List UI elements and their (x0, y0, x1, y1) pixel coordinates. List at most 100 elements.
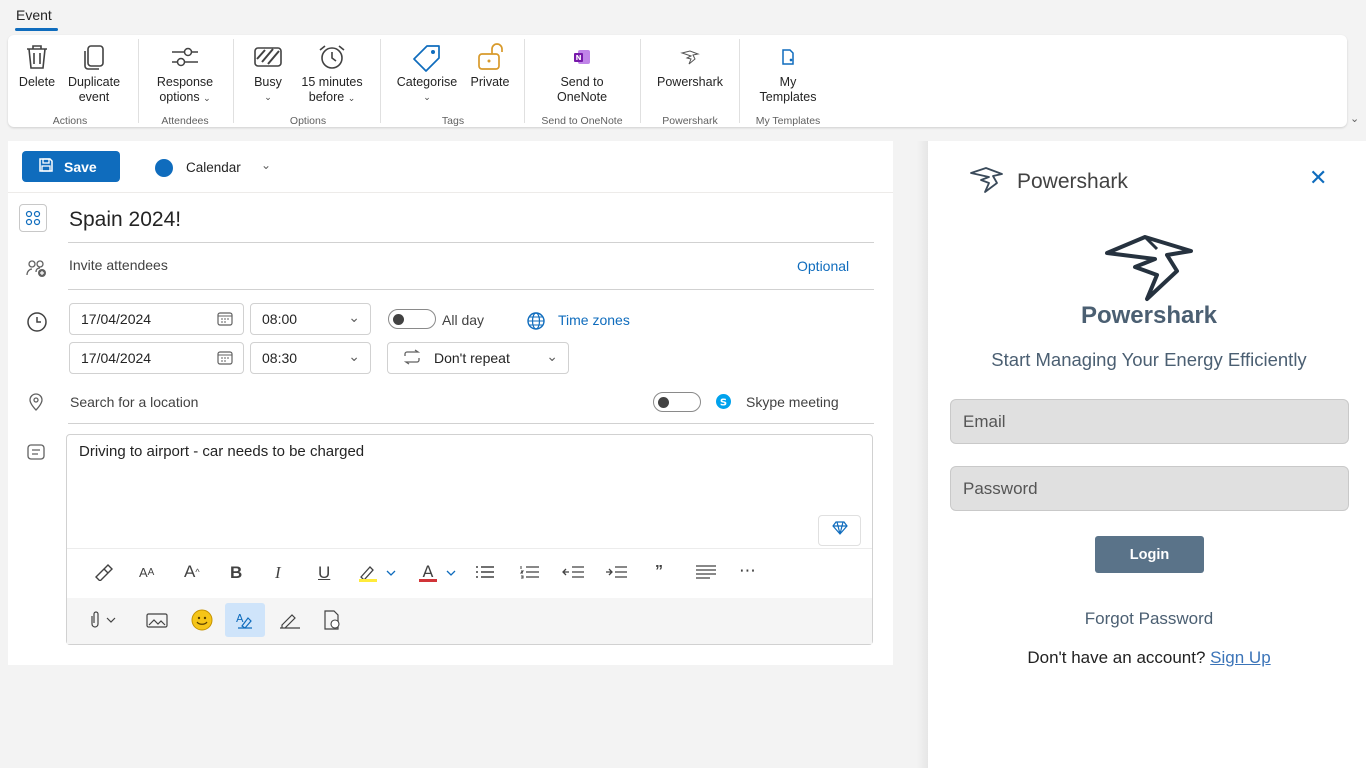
reminder-label-1: 15 minutes (301, 75, 363, 89)
chevron-down-icon: ⌄ (264, 92, 272, 102)
repeat-value: Don't repeat (434, 350, 510, 366)
templates-label-2: Templates (759, 90, 817, 104)
reminder-button[interactable]: 15 minutes before ⌄ (293, 39, 371, 106)
my-templates-button[interactable]: My Templates (750, 39, 826, 105)
calendar-icon[interactable] (217, 312, 233, 329)
end-date-field[interactable]: 17/04/2024 (69, 342, 244, 374)
chevron-down-icon: ⌄ (348, 348, 360, 364)
powershark-ribbon-button[interactable]: Powershark (648, 39, 732, 90)
editor-icon[interactable]: A (225, 603, 265, 637)
password-field[interactable]: Password (950, 466, 1349, 511)
highlight-icon[interactable] (357, 563, 401, 583)
attach-icon[interactable] (87, 610, 123, 630)
chevron-down-icon: ⌄ (423, 92, 431, 102)
unlock-icon (464, 39, 516, 75)
calendar-selector[interactable]: Calendar (186, 160, 241, 175)
powershark-label: Powershark (657, 75, 723, 89)
diamond-icon (831, 520, 849, 541)
email-field[interactable]: Email (950, 399, 1349, 444)
group-label-powershark: Powershark (662, 115, 718, 127)
event-body-text[interactable]: Driving to airport - car needs to be cha… (79, 443, 364, 460)
divider (68, 289, 874, 290)
font-color-icon[interactable]: A (417, 563, 461, 583)
forgot-password-link[interactable]: Forgot Password (928, 609, 1366, 629)
reminder-label-2: before (308, 90, 345, 104)
categorise-label: Categorise (396, 75, 458, 89)
private-button[interactable]: Private (464, 39, 516, 90)
ribbon-separator (739, 39, 740, 123)
close-icon[interactable]: ✕ (1309, 165, 1327, 191)
insert-toolbar: A (67, 598, 872, 644)
start-time-field[interactable]: 08:00 ⌄ (250, 303, 371, 335)
event-title-input[interactable]: Spain 2024! (69, 208, 181, 232)
group-label-templates: My Templates (755, 115, 821, 127)
category-icon[interactable] (19, 204, 47, 232)
repeat-dropdown[interactable]: Don't repeat ⌄ (387, 342, 569, 374)
alarm-clock-icon (293, 39, 371, 75)
optional-attendees-link[interactable]: Optional (797, 258, 849, 274)
more-options-icon[interactable]: ⋯ (739, 561, 756, 581)
underline-icon[interactable]: U (318, 563, 330, 583)
group-label-actions: Actions (52, 115, 88, 127)
calendar-color-dot[interactable] (155, 159, 173, 177)
shark-icon (648, 39, 732, 75)
font-size-icon[interactable]: AA (139, 565, 154, 580)
ribbon-expand-chevron-icon[interactable]: ⌄ (1350, 112, 1359, 125)
increase-indent-icon[interactable] (605, 565, 629, 579)
duplicate-icon (62, 39, 126, 75)
busy-label: Busy (254, 75, 282, 89)
signup-link[interactable]: Sign Up (1210, 648, 1270, 667)
divider (68, 242, 874, 243)
save-button[interactable]: Save (22, 151, 120, 182)
group-label-onenote: Send to OneNote (541, 115, 623, 127)
chevron-down-icon[interactable]: ⌄ (261, 158, 271, 172)
all-day-toggle[interactable] (388, 309, 436, 329)
skype-meeting-toggle[interactable] (653, 392, 701, 412)
divider (8, 192, 893, 193)
end-time-field[interactable]: 08:30 ⌄ (250, 342, 371, 374)
no-account-text: Don't have an account? (1027, 648, 1206, 667)
event-form: Save Calendar ⌄ Spain 2024! Invite atten… (8, 141, 893, 665)
location-input[interactable]: Search for a location (70, 394, 198, 410)
templates-label-1: My (779, 75, 797, 89)
signature-icon[interactable] (278, 611, 302, 629)
login-button[interactable]: Login (1095, 536, 1204, 573)
insert-image-icon[interactable] (146, 611, 168, 629)
group-label-attendees: Attendees (161, 115, 209, 127)
ribbon-separator (380, 39, 381, 123)
group-label-options: Options (289, 115, 327, 127)
loop-component-icon[interactable] (322, 609, 342, 631)
italic-icon[interactable]: I (275, 563, 281, 583)
send-to-onenote-button[interactable]: N Send to OneNote (538, 39, 626, 105)
template-icon (750, 39, 826, 75)
bold-icon[interactable]: B (230, 563, 242, 583)
calendar-icon[interactable] (217, 351, 233, 368)
duplicate-event-button[interactable]: Duplicate event (62, 39, 126, 105)
time-zones-link[interactable]: Time zones (558, 312, 630, 328)
tab-event[interactable]: Event (16, 7, 52, 23)
event-body-editor[interactable]: Driving to airport - car needs to be cha… (66, 434, 873, 645)
categorise-button[interactable]: Categorise ⌄ (391, 39, 463, 105)
numbered-list-icon[interactable] (520, 565, 540, 579)
delete-label: Delete (18, 75, 56, 89)
all-day-label: All day (442, 312, 485, 328)
start-date-field[interactable]: 17/04/2024 (69, 303, 244, 335)
delete-button[interactable]: Delete (14, 39, 60, 90)
quote-icon[interactable]: ” (655, 563, 663, 581)
bullet-list-icon[interactable] (475, 565, 495, 579)
trash-icon (14, 39, 60, 75)
chevron-down-icon: ⌄ (546, 348, 558, 364)
emoji-icon[interactable] (191, 609, 213, 631)
grow-font-icon[interactable]: A ^ (184, 562, 200, 582)
format-painter-icon[interactable] (93, 563, 115, 581)
ribbon-separator (524, 39, 525, 123)
align-icon[interactable] (695, 565, 717, 579)
busy-button[interactable]: Busy ⌄ (248, 39, 288, 105)
end-date-value: 17/04/2024 (81, 350, 152, 366)
skype-meeting-label: Skype meeting (746, 394, 839, 410)
private-label: Private (470, 75, 510, 89)
decrease-indent-icon[interactable] (562, 565, 586, 579)
invite-attendees-input[interactable]: Invite attendees (69, 257, 168, 273)
response-options-button[interactable]: Response options ⌄ (148, 39, 222, 106)
diamond-button[interactable] (818, 515, 861, 546)
